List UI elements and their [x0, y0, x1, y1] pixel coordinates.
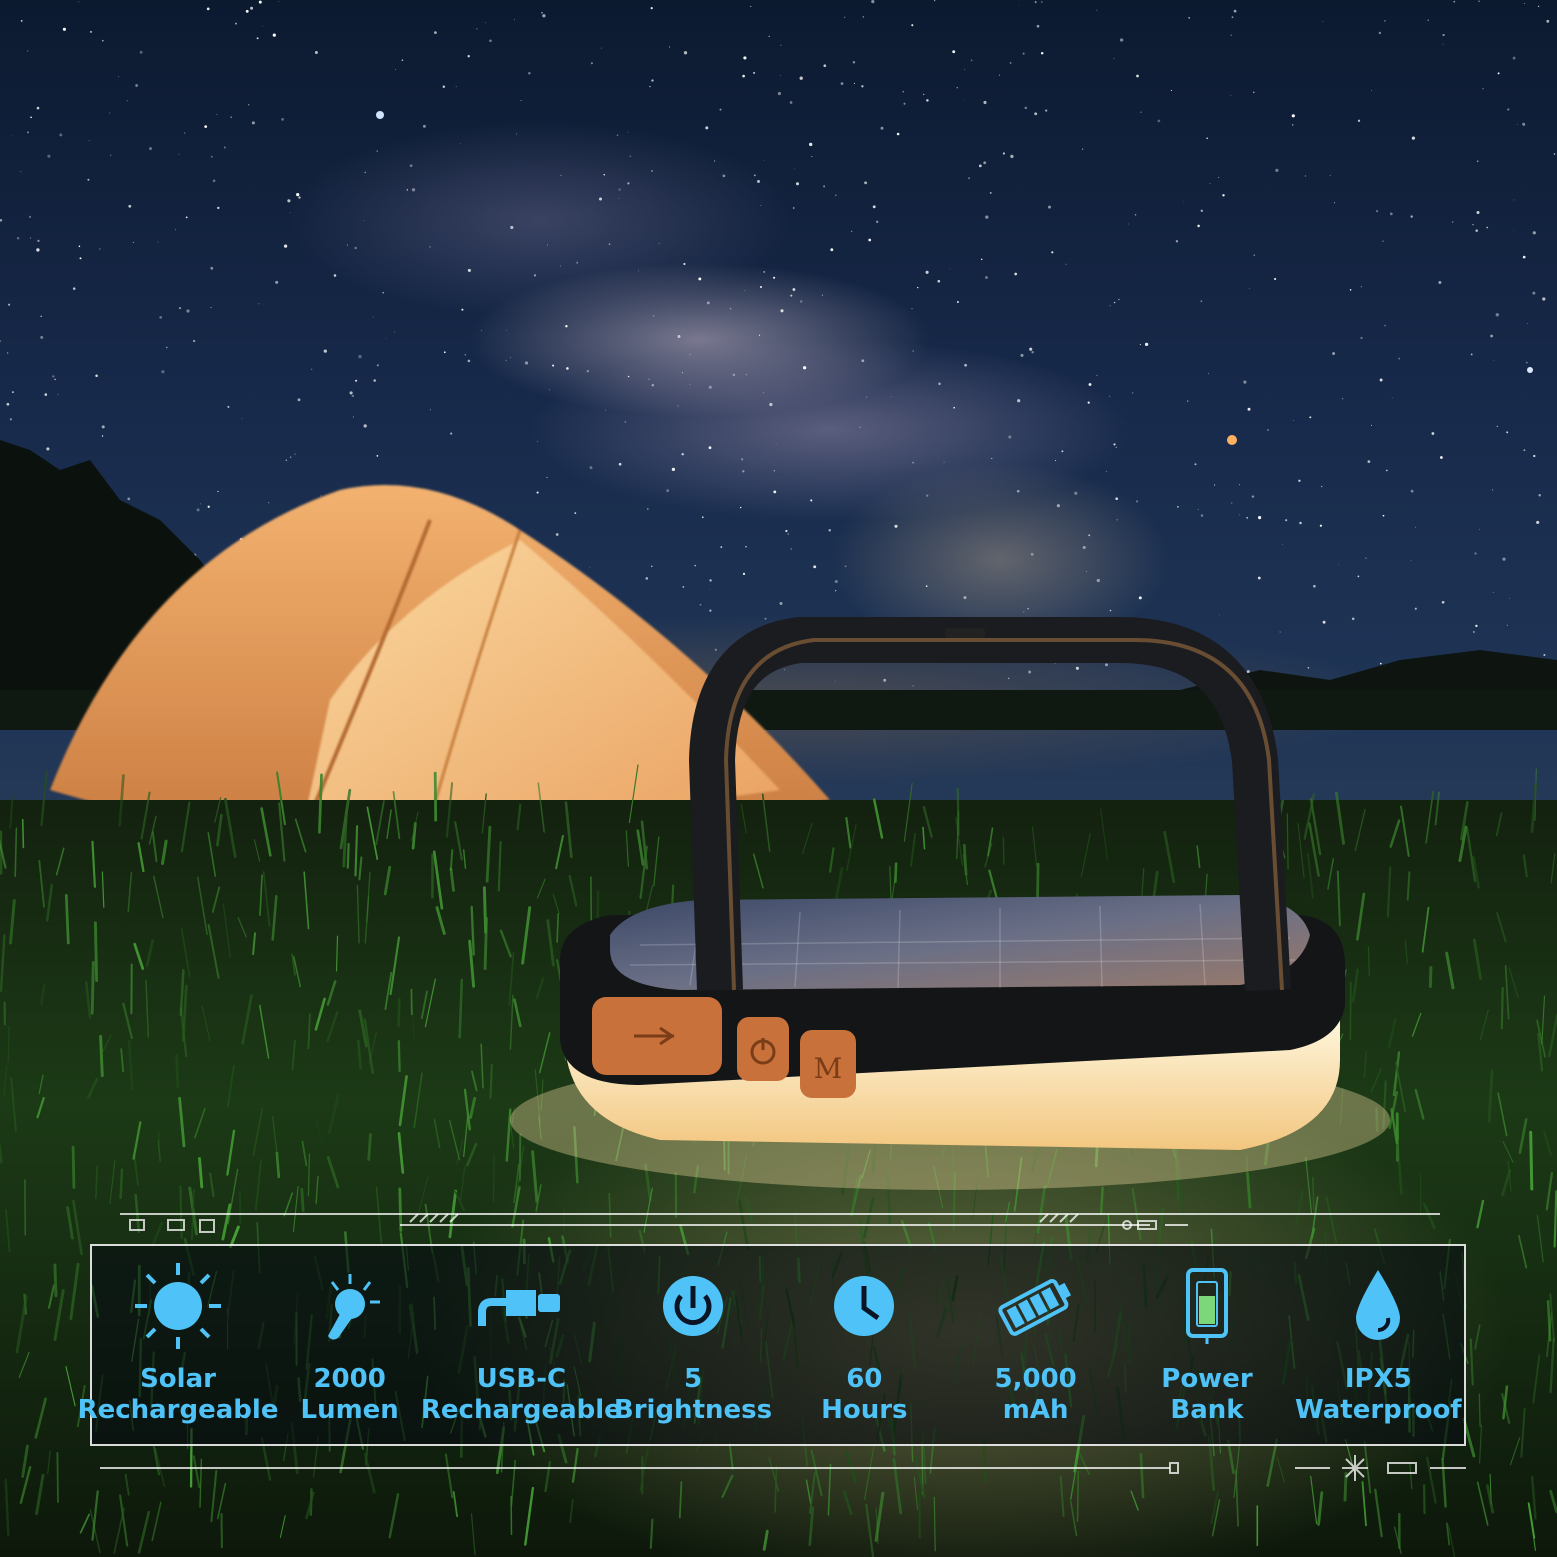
feature-line2: Bank [1170, 1395, 1244, 1425]
feature-line1: USB-C [476, 1364, 567, 1394]
feature-list: Solar Rechargeable 2000 Lumen USB-C Recharg… [78, 1258, 1464, 1438]
feature-capacity: 5,000 mAh [950, 1258, 1121, 1426]
feature-usbc: USB-C Rechargeable [421, 1258, 622, 1426]
feature-line1: 5 [683, 1364, 703, 1394]
power-icon [643, 1258, 743, 1354]
feature-lumen: 2000 Lumen [264, 1258, 435, 1426]
bulb-icon [300, 1258, 400, 1354]
feature-line1: Solar [140, 1364, 216, 1394]
usb-c-plug-icon [471, 1258, 571, 1354]
feature-line2: Rechargeable [77, 1395, 279, 1425]
feature-line2: Waterproof [1294, 1395, 1462, 1425]
feature-line2: mAh [1002, 1395, 1069, 1425]
feature-line2: Brightness [613, 1395, 773, 1425]
feature-line1: 2000 [313, 1364, 386, 1394]
clock-icon [814, 1258, 914, 1354]
feature-line1: 60 [846, 1364, 883, 1394]
feature-solar: Solar Rechargeable [78, 1258, 278, 1426]
feature-hours: 60 Hours [779, 1258, 950, 1426]
phone-battery-icon [1157, 1258, 1257, 1354]
feature-line1: IPX5 [1344, 1364, 1412, 1394]
feature-line1: Power [1161, 1364, 1253, 1394]
sun-icon [128, 1258, 228, 1354]
feature-line2: Hours [821, 1395, 908, 1425]
water-drop-icon [1328, 1258, 1428, 1354]
feature-waterproof: IPX5 Waterproof [1293, 1258, 1464, 1426]
feature-powerbank: Power Bank [1121, 1258, 1292, 1426]
feature-brightness: 5 Brightness [607, 1258, 778, 1426]
feature-line2: Lumen [300, 1395, 399, 1425]
feature-line2: Rechargeable [420, 1395, 622, 1425]
battery-icon [986, 1258, 1086, 1354]
feature-line1: 5,000 [994, 1364, 1077, 1394]
